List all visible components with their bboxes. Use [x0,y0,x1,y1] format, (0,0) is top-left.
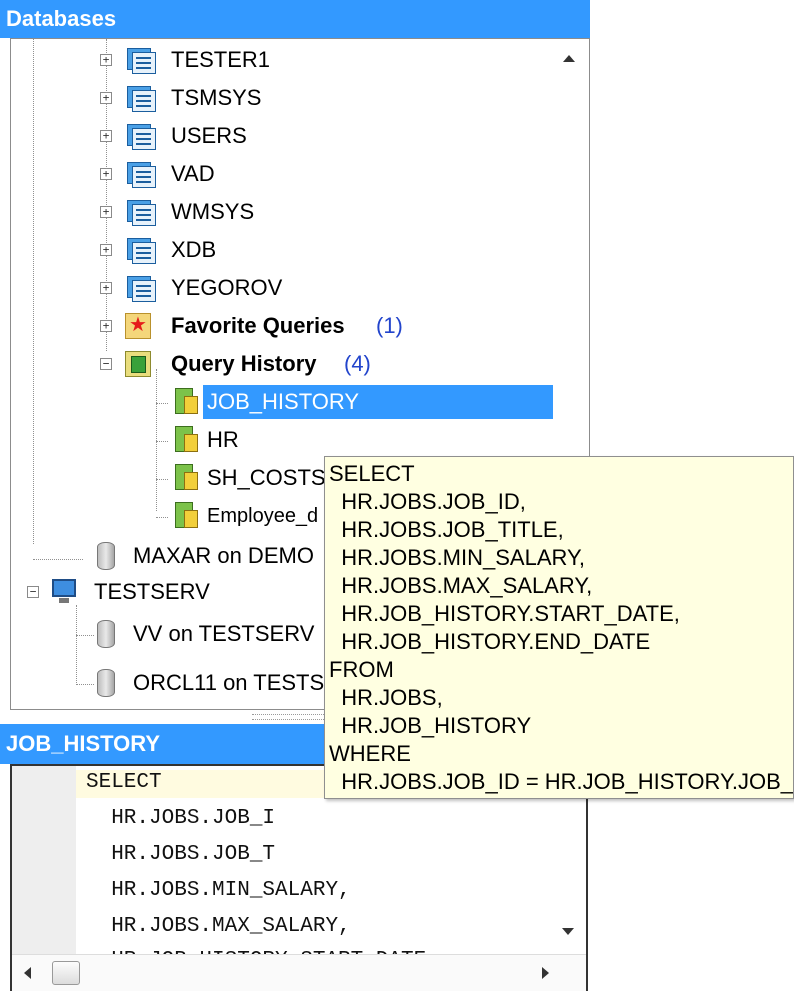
query-history-count: (4) [344,351,371,376]
schema-label: USERS [171,123,247,148]
schema-label: XDB [171,237,217,262]
favorite-queries-label: Favorite Queries [171,313,345,338]
tree-item-schema[interactable]: + WMSYS [11,195,551,229]
tooltip-line: HR.JOB_HISTORY.END_DATE [329,629,651,654]
code-line: HR.JOBS.JOB_I [86,807,276,830]
schema-icon [125,236,156,264]
tree-item-schema[interactable]: + YEGOROV [11,271,551,305]
expand-icon[interactable]: + [100,54,112,66]
database-label: ORCL11 on TESTS [133,670,325,695]
query-history-icon [125,351,151,377]
schema-icon [125,274,156,302]
collapse-icon[interactable]: − [100,358,112,370]
schema-label: YEGOROV [171,275,283,300]
tree-line [156,403,168,404]
query-icon [175,464,199,492]
expand-icon[interactable]: + [100,320,112,332]
expand-icon[interactable]: + [100,206,112,218]
tooltip-line: WHERE [329,741,411,766]
tree-line [156,369,157,511]
star-icon: ★ [125,313,151,339]
code-line: HR.JOBS.MIN_SALARY, [86,879,351,902]
schema-label: WMSYS [171,199,255,224]
history-query-label: Employee_d [207,505,319,527]
tooltip-line: SELECT [329,461,415,486]
tree-item-schema[interactable]: + TSMSYS [11,81,551,115]
schema-label: TESTER1 [171,47,271,72]
server-icon [52,579,76,605]
tree-item-history-query[interactable]: JOB_HISTORY [169,385,554,419]
tooltip-line: HR.JOBS.JOB_ID = HR.JOB_HISTORY.JOB_ID [329,769,794,794]
tree-item-schema[interactable]: + XDB [11,233,551,267]
tree-line [156,479,168,480]
query-icon [175,426,199,454]
databases-panel-title: Databases [0,0,590,38]
tree-line [156,441,168,442]
history-query-label: HR [207,427,239,452]
database-icon [97,620,115,648]
expand-icon[interactable]: + [100,244,112,256]
database-label: VV on TESTSERV [133,621,315,646]
tree-item-favorite-queries[interactable]: + ★ Favorite Queries (1) [11,309,551,343]
query-icon [175,502,199,530]
expand-icon[interactable]: + [100,168,112,180]
collapse-icon[interactable]: − [27,586,39,598]
favorite-queries-count: (1) [376,313,403,338]
code-line: HR.JOBS.MAX_SALARY, [86,915,351,938]
tree-line [156,517,168,518]
panel-splitter[interactable] [252,714,332,720]
scroll-thumb[interactable] [52,961,80,985]
schema-icon [125,46,156,74]
tooltip-line: FROM [329,657,394,682]
editor-horizontal-scrollbar[interactable] [12,954,586,991]
tree-item-schema[interactable]: + USERS [11,119,551,153]
tooltip-line: HR.JOBS.MAX_SALARY, [329,573,593,598]
tooltip-line: HR.JOB_HISTORY [329,713,532,738]
tooltip-line: HR.JOB_HISTORY.START_DATE, [329,601,680,626]
tooltip-line: HR.JOBS.JOB_ID, [329,489,526,514]
scroll-right-icon[interactable] [542,967,549,979]
database-icon [97,669,115,697]
query-icon [175,388,199,416]
tooltip-line: HR.JOBS, [329,685,443,710]
tooltip-line: HR.JOBS.MIN_SALARY, [329,545,585,570]
schema-icon [125,84,156,112]
scroll-up-icon[interactable] [563,55,575,62]
query-history-label: Query History [171,351,317,376]
tooltip-line: HR.JOBS.JOB_TITLE, [329,517,564,542]
code-line: HR.JOBS.JOB_T [86,843,276,866]
query-tooltip: SELECT HR.JOBS.JOB_ID, HR.JOBS.JOB_TITLE… [324,456,794,799]
schema-icon [125,198,156,226]
scroll-down-icon[interactable] [562,928,574,935]
schema-label: TSMSYS [171,85,262,110]
scroll-left-icon[interactable] [24,967,31,979]
code-line: SELECT [86,771,162,794]
tree-item-schema[interactable]: + TESTER1 [11,43,551,77]
schema-label: VAD [171,161,215,186]
history-query-label: JOB_HISTORY [203,385,554,419]
tree-item-schema[interactable]: + VAD [11,157,551,191]
tree-item-history-query[interactable]: HR [169,423,554,457]
schema-icon [125,160,156,188]
history-query-label: SH_COSTS [207,465,326,490]
expand-icon[interactable]: + [100,130,112,142]
database-icon [97,542,115,570]
schema-icon [125,122,156,150]
tree-item-query-history[interactable]: − Query History (4) [11,347,551,381]
expand-icon[interactable]: + [100,92,112,104]
server-label: TESTSERV [94,579,210,604]
database-label: MAXAR on DEMO [133,543,314,568]
expand-icon[interactable]: + [100,282,112,294]
